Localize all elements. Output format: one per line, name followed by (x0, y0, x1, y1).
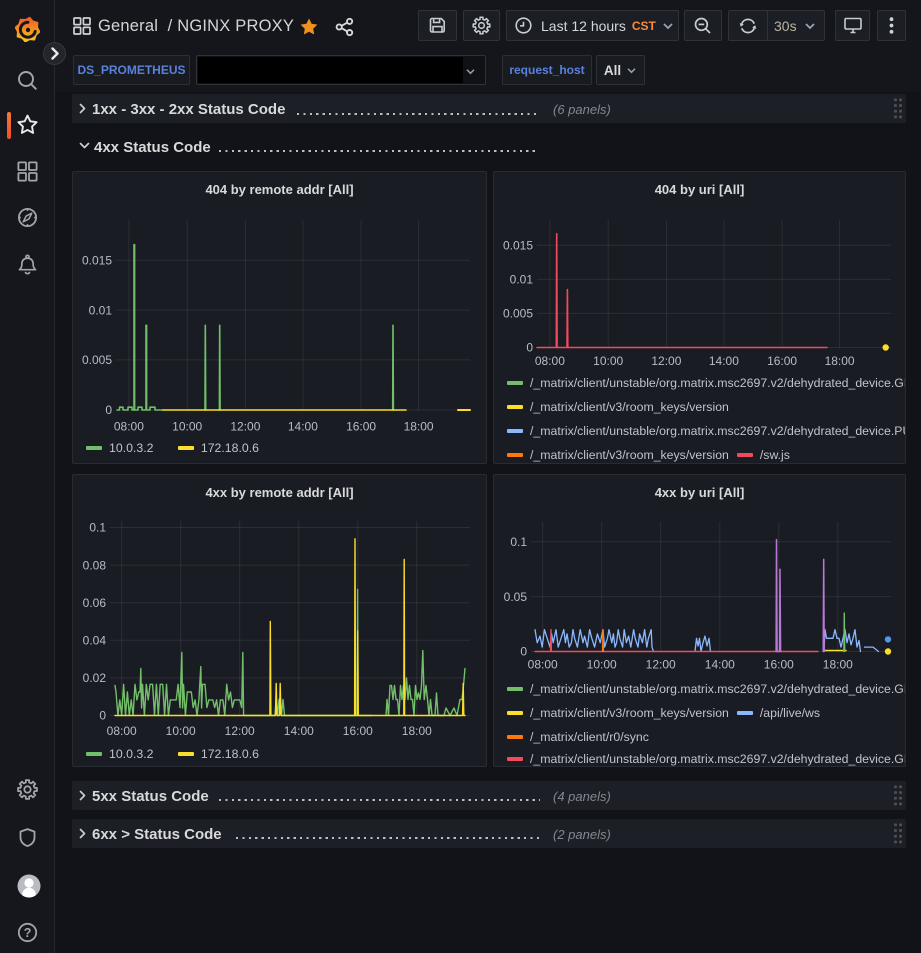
svg-text:0.08: 0.08 (83, 558, 107, 572)
svg-text:10:00: 10:00 (587, 658, 617, 672)
svg-text:0: 0 (526, 341, 533, 355)
svg-text:12:00: 12:00 (230, 420, 260, 434)
svg-text:10:00: 10:00 (593, 354, 623, 368)
svg-text:14:00: 14:00 (288, 420, 318, 434)
svg-text:0: 0 (99, 709, 106, 723)
svg-text:?: ? (24, 926, 32, 940)
svg-text:0: 0 (105, 403, 112, 417)
svg-text:14:00: 14:00 (709, 354, 739, 368)
svg-text:12:00: 12:00 (646, 658, 676, 672)
svg-text:0.1: 0.1 (89, 521, 106, 535)
svg-text:12:00: 12:00 (651, 354, 681, 368)
svg-text:18:00: 18:00 (825, 354, 855, 368)
svg-text:0.01: 0.01 (89, 303, 113, 317)
svg-text:0: 0 (520, 645, 527, 659)
svg-text:0.005: 0.005 (503, 307, 533, 321)
svg-text:0.01: 0.01 (510, 273, 534, 287)
svg-text:14:00: 14:00 (705, 658, 735, 672)
svg-text:16:00: 16:00 (346, 420, 376, 434)
svg-text:0.005: 0.005 (82, 353, 112, 367)
svg-text:0.015: 0.015 (82, 254, 112, 268)
svg-text:12:00: 12:00 (225, 724, 255, 738)
svg-text:0.06: 0.06 (83, 596, 107, 610)
svg-text:10:00: 10:00 (166, 724, 196, 738)
svg-text:16:00: 16:00 (343, 724, 373, 738)
svg-text:08:00: 08:00 (535, 354, 565, 368)
svg-text:0.05: 0.05 (504, 590, 528, 604)
svg-text:18:00: 18:00 (404, 420, 434, 434)
svg-text:08:00: 08:00 (528, 658, 558, 672)
svg-text:10:00: 10:00 (172, 420, 202, 434)
svg-text:16:00: 16:00 (764, 658, 794, 672)
svg-text:0.02: 0.02 (83, 671, 107, 685)
svg-text:0.015: 0.015 (503, 239, 533, 253)
svg-text:14:00: 14:00 (284, 724, 314, 738)
svg-text:18:00: 18:00 (402, 724, 432, 738)
svg-text:0.1: 0.1 (510, 535, 527, 549)
svg-text:08:00: 08:00 (107, 724, 137, 738)
svg-text:08:00: 08:00 (114, 420, 144, 434)
svg-text:18:00: 18:00 (823, 658, 853, 672)
svg-text:0.04: 0.04 (83, 634, 107, 648)
svg-text:16:00: 16:00 (767, 354, 797, 368)
